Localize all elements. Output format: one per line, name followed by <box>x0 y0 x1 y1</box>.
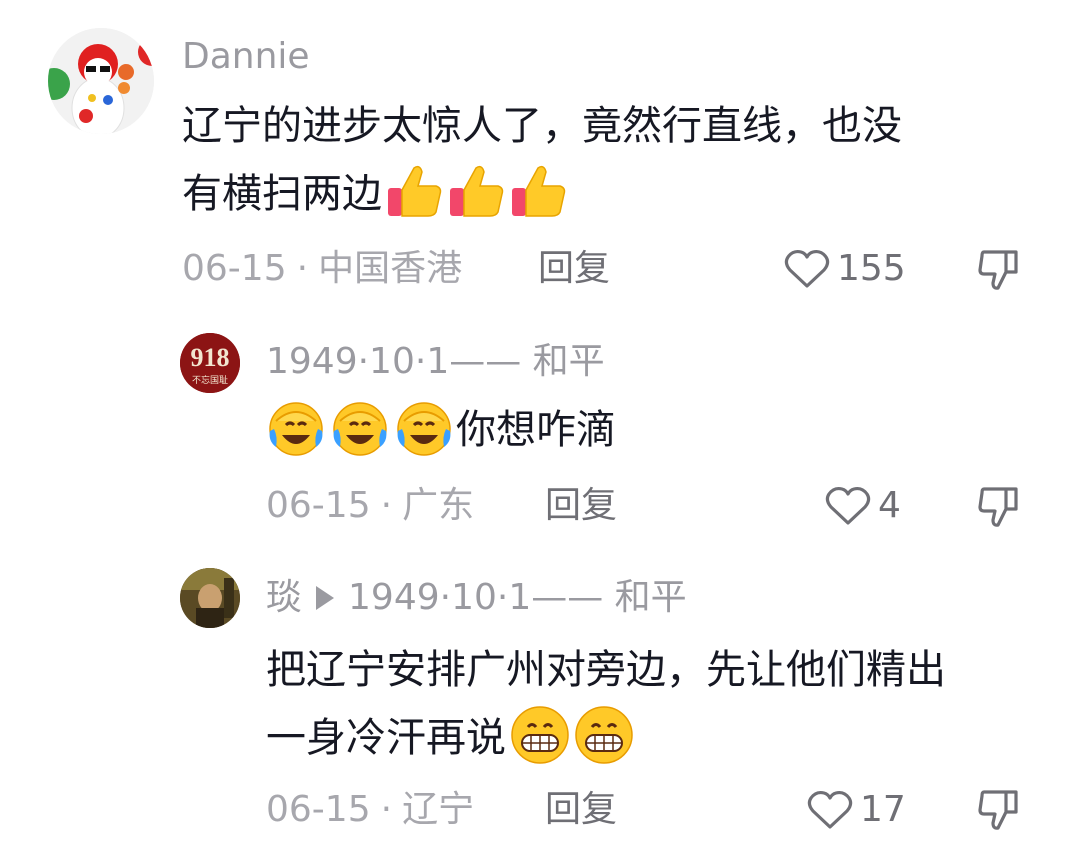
reply-button[interactable]: 回复 <box>545 788 617 832</box>
separator: · <box>296 248 309 289</box>
comment-text-line: 辽宁的进步太惊人了，竟然行直线，也没 <box>182 103 902 149</box>
reply-to-author[interactable]: 1949·10·1—— 和平 <box>348 577 687 618</box>
comment-location: 中国香港 <box>318 248 463 289</box>
avatar-image <box>48 28 154 134</box>
comment-meta: 06-15 · 广东 <box>266 484 474 528</box>
reply-arrow-icon <box>316 586 335 610</box>
thumbs-up-icon <box>512 165 566 217</box>
avatar-text: 918 <box>191 343 230 372</box>
like-count: 4 <box>878 485 901 526</box>
like-count: 17 <box>860 789 906 830</box>
grin-emoji-group <box>508 706 636 767</box>
comment-text: 把辽宁安排广州对旁边，先让他们精出 一身冷汗再说 <box>266 636 1066 772</box>
avatar[interactable] <box>180 568 240 628</box>
thumbs-down-icon <box>978 250 1018 290</box>
comment-text: 辽宁的进步太惊人了，竟然行直线，也没 有横扫两边 <box>182 92 1062 228</box>
comment-text-tail: 有横扫两边 <box>182 171 382 217</box>
comment-text-line: 一身冷汗再说 <box>266 704 1066 772</box>
author-name[interactable]: 琰 <box>266 577 302 618</box>
comment-text-line: 把辽宁安排广州对旁边，先让他们精出 <box>266 647 946 693</box>
heart-icon <box>825 486 871 525</box>
comment-text-tail: 一身冷汗再说 <box>266 715 506 761</box>
comment-author[interactable]: Dannie <box>182 35 310 79</box>
heart-icon <box>807 790 853 829</box>
comment-date: 06-15 <box>182 248 287 289</box>
comment-author[interactable]: 琰 1949·10·1—— 和平 <box>266 576 687 620</box>
grin-icon <box>575 706 633 764</box>
grin-icon <box>511 706 569 764</box>
comment-text-line: 有横扫两边 <box>182 160 1062 228</box>
thumbs-down-icon <box>978 790 1018 830</box>
thumbs-up-emoji-group <box>384 165 570 222</box>
comment-meta: 06-15 · 辽宁 <box>266 788 474 832</box>
comment-date: 06-15 <box>266 789 371 830</box>
like-count: 155 <box>837 248 906 289</box>
like-button[interactable]: 17 <box>806 788 906 832</box>
comment-date: 06-15 <box>266 485 371 526</box>
like-button[interactable]: 155 <box>783 247 906 291</box>
reply-button[interactable]: 回复 <box>545 484 617 528</box>
comment-author[interactable]: 1949·10·1—— 和平 <box>266 340 605 384</box>
dislike-button[interactable] <box>976 786 1022 836</box>
dislike-button[interactable] <box>976 483 1022 533</box>
avatar-image <box>180 568 240 628</box>
thumbs-up-icon <box>388 165 442 217</box>
separator: · <box>380 485 393 526</box>
dislike-button[interactable] <box>976 246 1022 296</box>
laughing-crying-icon <box>333 402 387 456</box>
avatar[interactable] <box>48 28 154 134</box>
laughing-crying-emoji-group <box>264 401 456 459</box>
thumbs-down-icon <box>978 487 1018 527</box>
laughing-crying-icon <box>269 402 323 456</box>
avatar[interactable]: 918 不忘国耻 <box>180 333 240 393</box>
laughing-crying-icon <box>397 402 451 456</box>
avatar-image: 918 不忘国耻 <box>180 333 240 393</box>
comment-meta: 06-15 · 中国香港 <box>182 247 462 291</box>
reply-button[interactable]: 回复 <box>538 247 610 291</box>
comment-text-line: 你想咋滴 <box>456 407 616 453</box>
separator: · <box>380 789 393 830</box>
avatar-subtext: 不忘国耻 <box>192 374 228 386</box>
comment-location: 广东 <box>402 485 475 526</box>
thumbs-up-icon <box>450 165 504 217</box>
heart-icon <box>784 249 830 288</box>
comment-text: 你想咋滴 <box>264 396 616 464</box>
comment-location: 辽宁 <box>402 789 475 830</box>
like-button[interactable]: 4 <box>824 484 901 528</box>
